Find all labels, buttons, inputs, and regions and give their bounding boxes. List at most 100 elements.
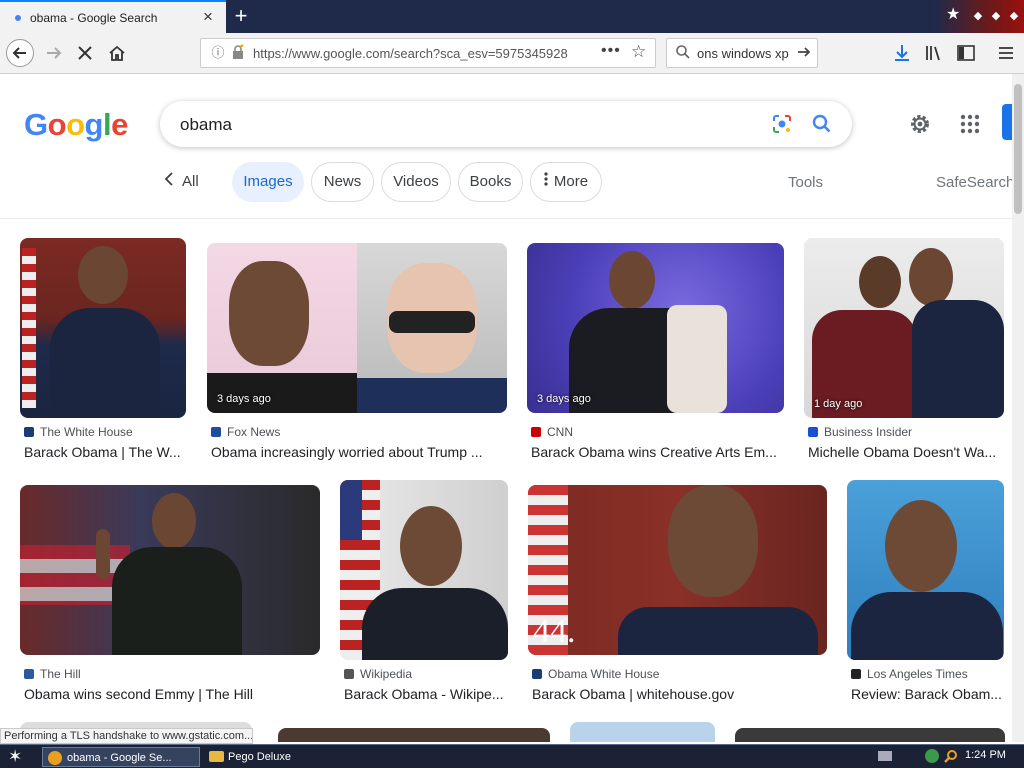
keyboard-tray-icon[interactable] <box>878 751 892 761</box>
tab-favicon <box>15 15 21 21</box>
logo-letter: o <box>47 107 67 142</box>
image-result-partial[interactable] <box>278 728 550 742</box>
suit-shape <box>50 308 160 418</box>
scrollbar-thumb[interactable] <box>1014 84 1022 214</box>
url-text[interactable]: https://www.google.com/search?sca_esv=59… <box>253 46 573 61</box>
page-actions-icon[interactable]: ••• <box>601 42 621 60</box>
safesearch-button[interactable]: SafeSearch <box>936 174 1014 191</box>
google-logo[interactable]: Google <box>24 107 128 143</box>
result-title[interactable]: Obama increasingly worried about Trump .… <box>211 444 506 460</box>
result-title[interactable]: Barack Obama | The W... <box>24 444 184 460</box>
folder-icon <box>209 751 224 762</box>
tab-all[interactable]: All <box>164 162 199 202</box>
taskbar-item-label: Pego Deluxe <box>228 751 291 763</box>
taskbar: ✶ obama - Google Se... Pego Deluxe 1:24 … <box>0 744 1024 768</box>
close-window-icon[interactable]: ◆ <box>1007 9 1021 23</box>
logo-letter: g <box>84 107 104 142</box>
star-theme-icon: ★ <box>946 6 961 23</box>
face-shape <box>229 261 309 366</box>
search-icon <box>675 44 691 64</box>
minimize-icon[interactable]: ◆ <box>971 9 985 23</box>
result-source: Wikipedia <box>344 667 412 681</box>
image-result-partial[interactable] <box>570 722 715 742</box>
search-submit-icon[interactable] <box>810 112 834 136</box>
source-favicon <box>211 427 221 437</box>
search-tray-icon[interactable] <box>943 748 959 764</box>
source-favicon <box>24 427 34 437</box>
tab-images[interactable]: Images <box>232 162 304 202</box>
source-favicon <box>532 669 542 679</box>
lens-icon[interactable] <box>770 112 794 136</box>
face-shape <box>859 256 901 308</box>
maximize-icon[interactable]: ◆ <box>989 9 1003 23</box>
result-title[interactable]: Barack Obama | whitehouse.gov <box>532 686 832 702</box>
result-title[interactable]: Barack Obama wins Creative Arts Em... <box>531 444 786 460</box>
result-age: 3 days ago <box>217 393 271 405</box>
result-thumbnail[interactable]: 1 day ago <box>804 238 1004 418</box>
suit-shape <box>912 300 1004 418</box>
source-label: Los Angeles Times <box>867 667 968 681</box>
result-thumbnail[interactable] <box>20 238 186 418</box>
result-thumbnail[interactable] <box>340 480 508 660</box>
tab-books[interactable]: Books <box>458 162 523 202</box>
sidebar-icon[interactable] <box>956 43 976 68</box>
stop-icon[interactable] <box>71 39 99 67</box>
source-label: Business Insider <box>824 425 913 439</box>
bookmark-star-icon[interactable]: ☆ <box>631 42 646 62</box>
image-result-partial[interactable] <box>735 728 1005 742</box>
network-tray-icon[interactable] <box>925 749 939 763</box>
settings-icon[interactable] <box>906 110 934 138</box>
start-icon[interactable]: ✶ <box>8 747 30 767</box>
tab-more[interactable]: More <box>530 162 602 202</box>
tab-videos[interactable]: Videos <box>381 162 451 202</box>
home-icon[interactable] <box>103 39 131 67</box>
result-thumbnail[interactable]: 3 days ago <box>207 243 507 413</box>
download-icon[interactable] <box>892 43 912 68</box>
forward-icon[interactable] <box>40 39 68 67</box>
tab-news[interactable]: News <box>311 162 374 202</box>
tab-close-icon[interactable]: × <box>200 8 216 26</box>
search-box[interactable]: obama <box>160 101 852 147</box>
face-shape <box>909 248 953 306</box>
arrow-right-icon[interactable] <box>795 43 813 66</box>
suit-shape <box>362 588 508 660</box>
back-icon[interactable] <box>6 39 34 67</box>
result-source: Los Angeles Times <box>851 667 968 681</box>
search-input[interactable]: obama <box>180 115 232 135</box>
result-title[interactable]: Review: Barack Obam... <box>851 686 1005 702</box>
logo-letter: o <box>66 107 85 142</box>
source-favicon <box>24 669 34 679</box>
browser-search-box[interactable]: ons windows xp <box>666 38 818 68</box>
navigation-bar: ⓘ https://www.google.com/search?sca_esv=… <box>0 33 1024 74</box>
lock-icon[interactable] <box>231 44 247 62</box>
source-favicon <box>808 427 818 437</box>
result-title[interactable]: Michelle Obama Doesn't Wa... <box>808 444 1003 460</box>
tools-button[interactable]: Tools <box>788 174 823 191</box>
browser-search-text[interactable]: ons windows xp <box>697 46 789 61</box>
url-bar[interactable]: ⓘ https://www.google.com/search?sca_esv=… <box>200 38 656 68</box>
result-thumbnail[interactable] <box>847 480 1004 660</box>
result-thumbnail[interactable]: 3 days ago <box>527 243 784 413</box>
result-title[interactable]: Obama wins second Emmy | The Hill <box>24 686 324 702</box>
apps-icon[interactable] <box>958 112 982 136</box>
taskbar-item-browser[interactable]: obama - Google Se... <box>42 747 200 767</box>
library-icon[interactable] <box>924 43 944 68</box>
result-thumbnail[interactable]: 44. <box>528 485 827 655</box>
result-source: CNN <box>531 425 573 439</box>
page-scrollbar[interactable] <box>1012 74 1024 742</box>
info-icon[interactable]: ⓘ <box>209 44 227 62</box>
result-title[interactable]: Barack Obama - Wikipe... <box>344 686 509 702</box>
result-thumbnail[interactable] <box>20 485 320 655</box>
tab-google-search[interactable]: obama - Google Search × <box>0 0 226 33</box>
source-label: The Hill <box>40 667 81 681</box>
taskbar-item-pego[interactable]: Pego Deluxe <box>204 747 354 767</box>
flag-shape <box>22 248 36 408</box>
suit-shape <box>851 592 1003 660</box>
new-tab-button[interactable]: + <box>231 4 251 28</box>
chair-shape <box>667 305 727 413</box>
menu-icon[interactable] <box>996 43 1016 68</box>
source-label: Wikipedia <box>360 667 413 681</box>
source-favicon <box>851 669 861 679</box>
face-shape <box>668 485 758 597</box>
result-source: Obama White House <box>532 667 659 681</box>
